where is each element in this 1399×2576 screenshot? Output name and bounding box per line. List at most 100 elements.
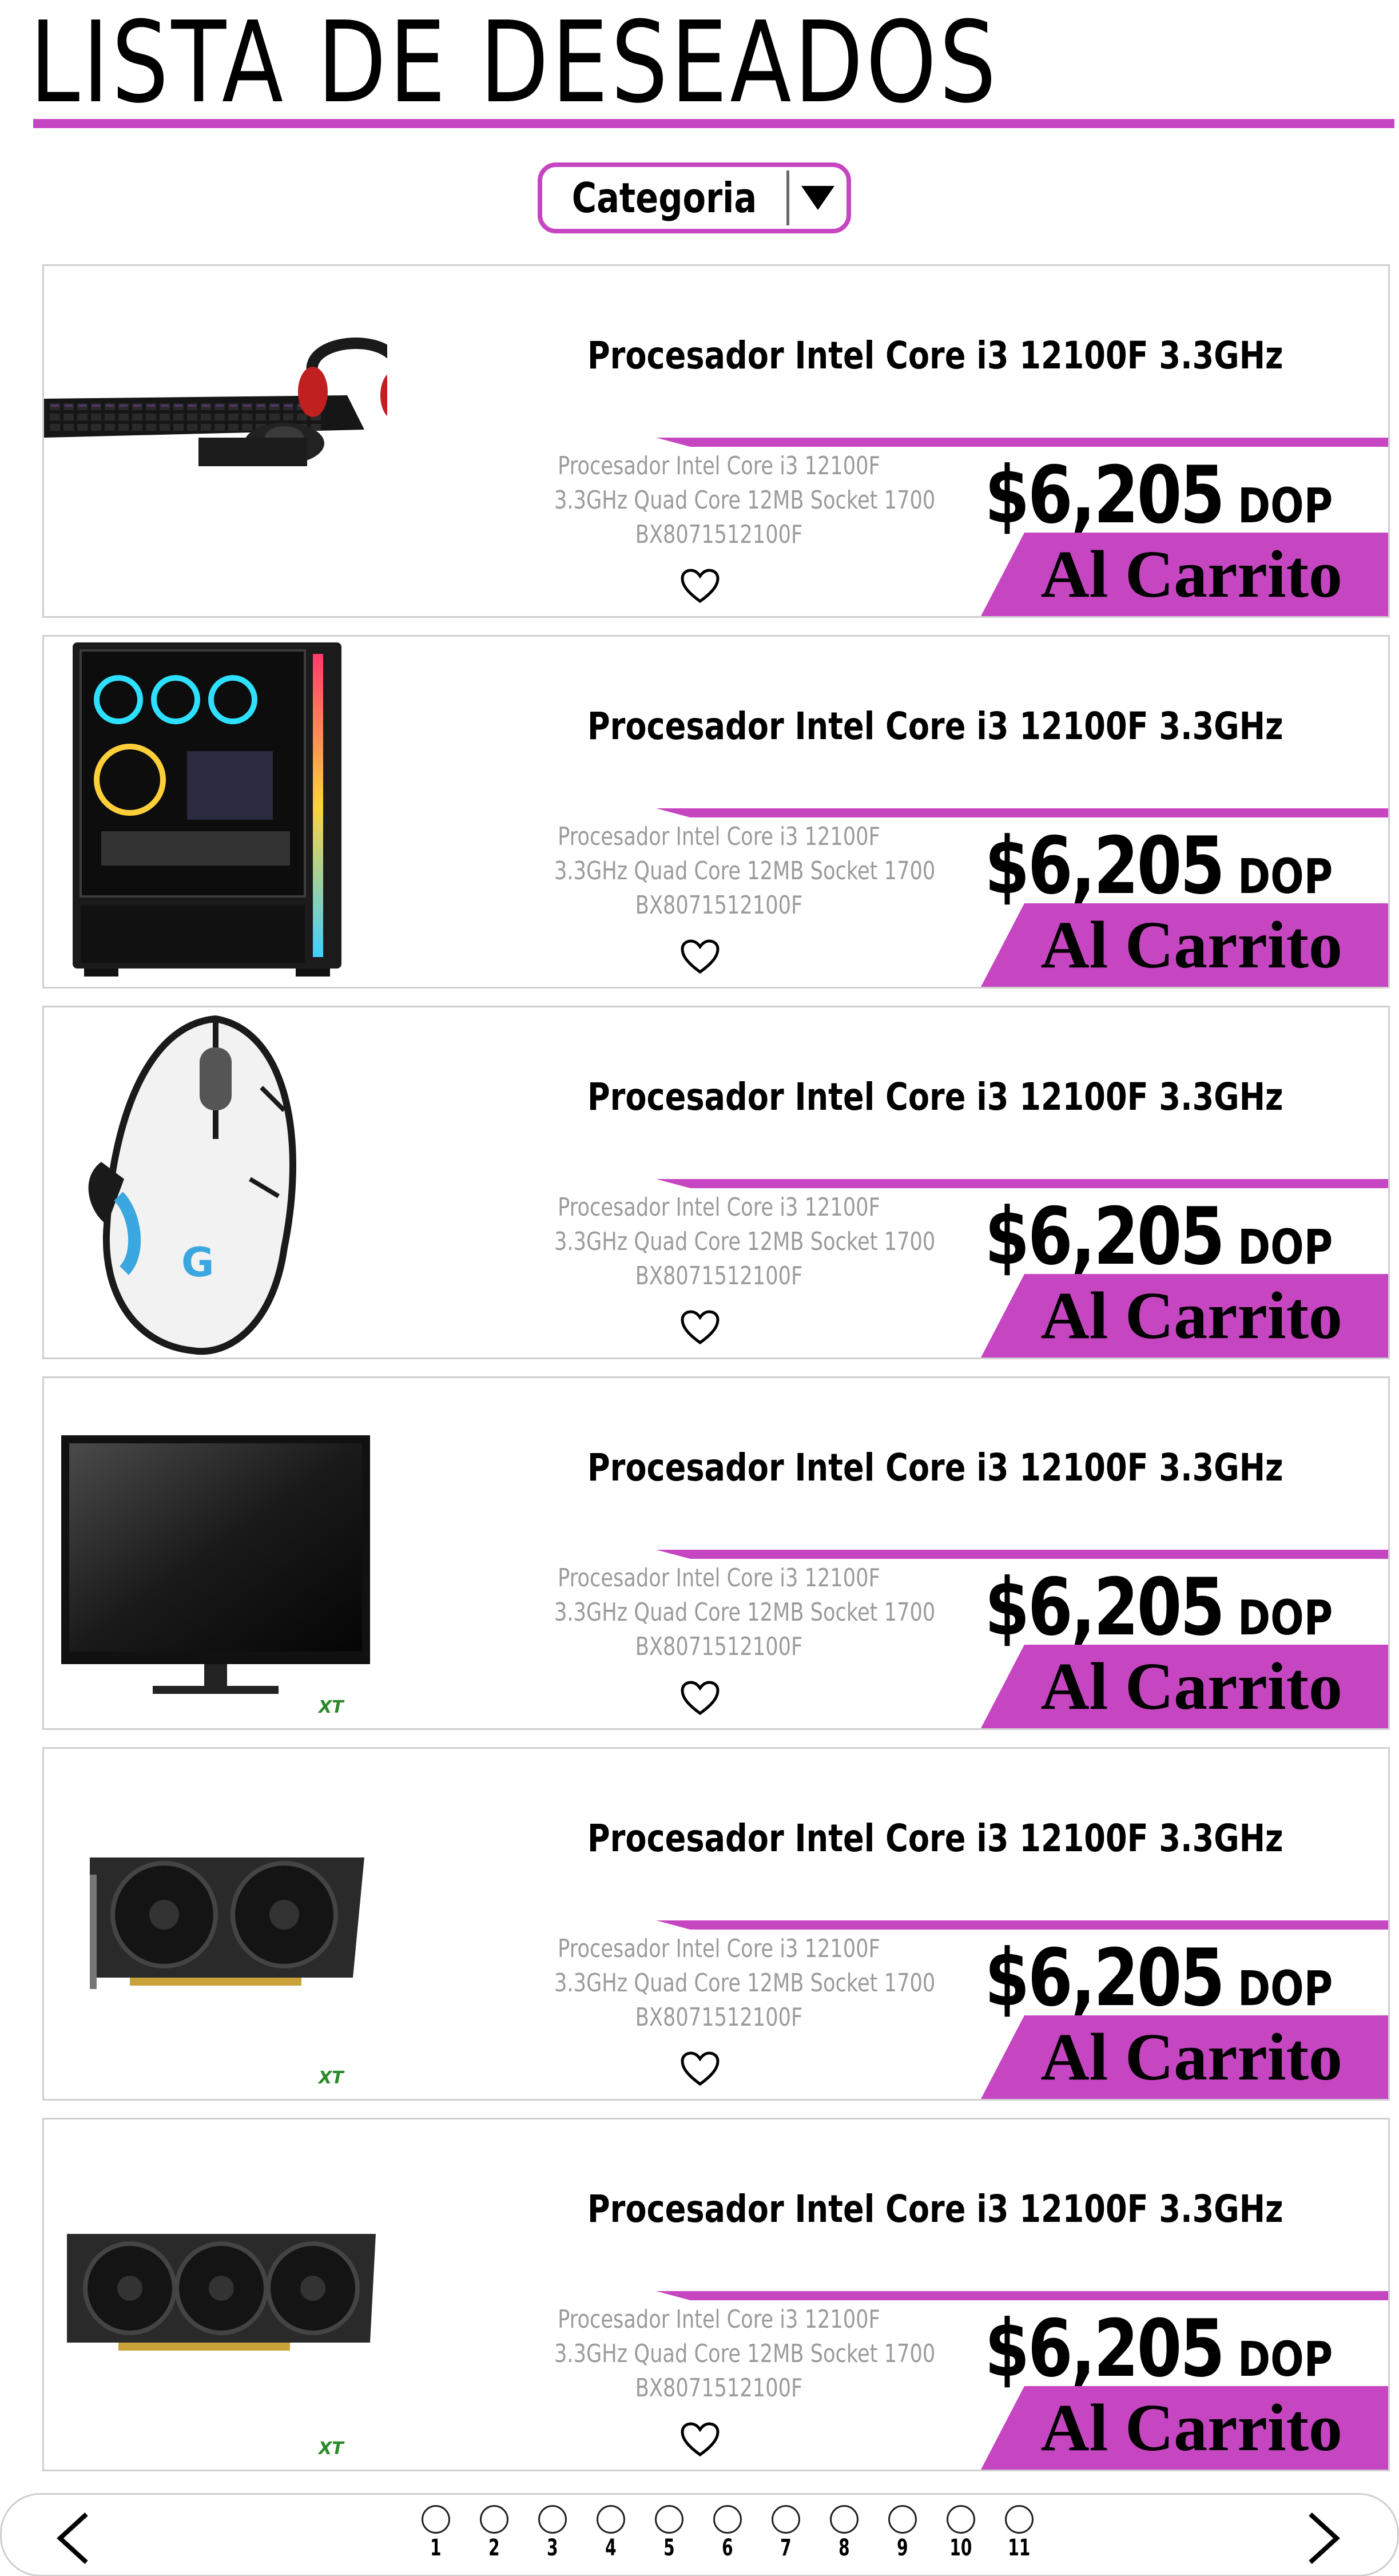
- page-indicator[interactable]: 8: [830, 2505, 859, 2561]
- heart-outline-icon[interactable]: [680, 939, 720, 974]
- product-description-line: 3.3GHz Quad Core 12MB Socket 1700: [554, 1968, 936, 1998]
- page-indicator-circle[interactable]: [597, 2505, 625, 2534]
- product-description-line: 3.3GHz Quad Core 12MB Socket 1700: [554, 1598, 936, 1627]
- price-currency: DOP: [1238, 2331, 1333, 2387]
- product-price: $6,205 DOP: [932, 2303, 1354, 2395]
- product-image[interactable]: XT: [44, 1749, 387, 2099]
- product-description-line: Procesador Intel Core i3 12100F: [558, 1193, 880, 1222]
- price-currency: DOP: [1238, 478, 1333, 534]
- product-description: Procesador Intel Core i3 12100F 3.3GHz Q…: [513, 449, 936, 552]
- accent-stripe: [656, 808, 1388, 817]
- product-price: $6,205 DOP: [932, 1190, 1354, 1283]
- price-amount: $6,205: [984, 449, 1225, 541]
- page-indicator-circle[interactable]: [772, 2505, 800, 2534]
- product-image[interactable]: G: [44, 1007, 387, 1358]
- product-image[interactable]: XT: [44, 1378, 387, 1728]
- accent-stripe: [656, 1550, 1388, 1559]
- page-indicator[interactable]: 4: [597, 2505, 625, 2561]
- price-amount: $6,205: [984, 820, 1225, 912]
- product-card[interactable]: G Procesador Intel Core i3 12100F 3.3GHz…: [42, 1006, 1390, 1359]
- chevron-left-icon[interactable]: [51, 2511, 97, 2566]
- add-to-cart-button[interactable]: Al Carrito: [981, 903, 1388, 987]
- page-indicator-circle[interactable]: [713, 2505, 742, 2534]
- add-to-cart-button[interactable]: Al Carrito: [981, 1645, 1388, 1728]
- product-description-line: BX8071512100F: [635, 1632, 803, 1661]
- product-description-line: BX8071512100F: [635, 891, 803, 920]
- product-description-line: 3.3GHz Quad Core 12MB Socket 1700: [554, 486, 936, 515]
- page-number: 3: [547, 2535, 558, 2561]
- product-name[interactable]: Procesador Intel Core i3 12100F 3.3GHz: [587, 2187, 1283, 2231]
- product-name[interactable]: Procesador Intel Core i3 12100F 3.3GHz: [587, 1075, 1283, 1119]
- page-number: 2: [488, 2535, 500, 2561]
- page-indicator[interactable]: 6: [713, 2505, 742, 2561]
- product-image[interactable]: XT: [44, 2119, 387, 2470]
- title-divider: [33, 119, 1394, 128]
- page-number: 11: [1008, 2535, 1031, 2561]
- add-to-cart-button[interactable]: Al Carrito: [981, 2386, 1388, 2470]
- accent-stripe: [656, 1179, 1388, 1188]
- accent-stripe: [656, 2291, 1388, 2300]
- product-description: Procesador Intel Core i3 12100F 3.3GHz Q…: [513, 820, 936, 923]
- product-name[interactable]: Procesador Intel Core i3 12100F 3.3GHz: [587, 334, 1283, 378]
- page-indicator-circle[interactable]: [480, 2505, 508, 2534]
- add-to-cart-button[interactable]: Al Carrito: [981, 2015, 1388, 2099]
- product-name[interactable]: Procesador Intel Core i3 12100F 3.3GHz: [587, 704, 1283, 748]
- product-description-line: Procesador Intel Core i3 12100F: [558, 2305, 880, 2334]
- product-card[interactable]: XT Procesador Intel Core i3 12100F 3.3GH…: [42, 1747, 1390, 2101]
- page-indicator[interactable]: 7: [772, 2505, 800, 2561]
- page-indicator[interactable]: 3: [538, 2505, 567, 2561]
- product-description-line: Procesador Intel Core i3 12100F: [558, 451, 880, 481]
- chevron-right-icon[interactable]: [1300, 2511, 1346, 2566]
- heart-outline-icon[interactable]: [680, 568, 720, 604]
- product-description-line: BX8071512100F: [635, 1261, 803, 1291]
- page-indicator[interactable]: 9: [888, 2505, 917, 2561]
- price-amount: $6,205: [984, 2303, 1225, 2395]
- product-name[interactable]: Procesador Intel Core i3 12100F 3.3GHz: [587, 1816, 1283, 1860]
- price-currency: DOP: [1238, 848, 1333, 904]
- page-indicator-circle[interactable]: [1005, 2505, 1034, 2534]
- caret-down-icon[interactable]: [789, 167, 846, 229]
- heart-outline-icon[interactable]: [680, 2422, 720, 2457]
- product-price: $6,205 DOP: [932, 820, 1354, 912]
- product-description: Procesador Intel Core i3 12100F 3.3GHz Q…: [513, 2303, 935, 2406]
- page-indicator-circle[interactable]: [538, 2505, 567, 2534]
- product-card[interactable]: XT Procesador Intel Core i3 12100F 3.3GH…: [42, 1376, 1390, 1730]
- product-card[interactable]: XT Procesador Intel Core i3 12100F 3.3GH…: [42, 2118, 1390, 2471]
- heart-outline-icon[interactable]: [680, 2051, 720, 2086]
- page-indicator-circle[interactable]: [947, 2505, 975, 2534]
- category-dropdown-label: Categoria: [571, 174, 757, 222]
- page-indicator[interactable]: 2: [480, 2505, 508, 2561]
- page-indicator[interactable]: 10: [947, 2505, 975, 2561]
- product-description-line: Procesador Intel Core i3 12100F: [558, 822, 880, 851]
- product-price: $6,205 DOP: [932, 1932, 1354, 2024]
- product-description: Procesador Intel Core i3 12100F 3.3GHz Q…: [513, 1190, 935, 1293]
- page-indicator[interactable]: 5: [655, 2505, 683, 2561]
- pagination-bar: 1 2 3 4 5 6 7 8 9 10 11: [0, 2493, 1399, 2576]
- page-indicator[interactable]: 1: [422, 2505, 450, 2561]
- add-to-cart-button[interactable]: Al Carrito: [981, 1274, 1388, 1358]
- heart-outline-icon[interactable]: [680, 1680, 720, 1716]
- page-number: 4: [605, 2535, 617, 2561]
- page-number: 7: [780, 2535, 792, 2561]
- page-indicator-circle[interactable]: [422, 2505, 450, 2534]
- page-indicator[interactable]: 11: [1005, 2505, 1034, 2561]
- price-currency: DOP: [1238, 1590, 1333, 1646]
- product-card[interactable]: Procesador Intel Core i3 12100F 3.3GHz P…: [42, 635, 1390, 989]
- heart-outline-icon[interactable]: [680, 1309, 720, 1345]
- price-amount: $6,205: [984, 1190, 1225, 1283]
- price-currency: DOP: [1238, 1219, 1333, 1275]
- product-description-line: 3.3GHz Quad Core 12MB Socket 1700: [554, 856, 936, 886]
- product-name[interactable]: Procesador Intel Core i3 12100F 3.3GHz: [587, 1446, 1283, 1490]
- category-dropdown[interactable]: Categoria: [538, 162, 851, 233]
- product-image[interactable]: [44, 637, 387, 987]
- product-image[interactable]: [44, 266, 408, 616]
- page-indicator-circle[interactable]: [888, 2505, 917, 2534]
- price-currency: DOP: [1238, 1960, 1333, 2017]
- page-indicator-circle[interactable]: [655, 2505, 683, 2534]
- product-card[interactable]: Procesador Intel Core i3 12100F 3.3GHz P…: [42, 264, 1390, 618]
- add-to-cart-button[interactable]: Al Carrito: [981, 533, 1388, 616]
- svg-text:XT: XT: [317, 1697, 345, 1717]
- page-indicator-circle[interactable]: [830, 2505, 859, 2534]
- page-number: 5: [663, 2535, 675, 2561]
- product-description: Procesador Intel Core i3 12100F 3.3GHz Q…: [513, 1932, 936, 2035]
